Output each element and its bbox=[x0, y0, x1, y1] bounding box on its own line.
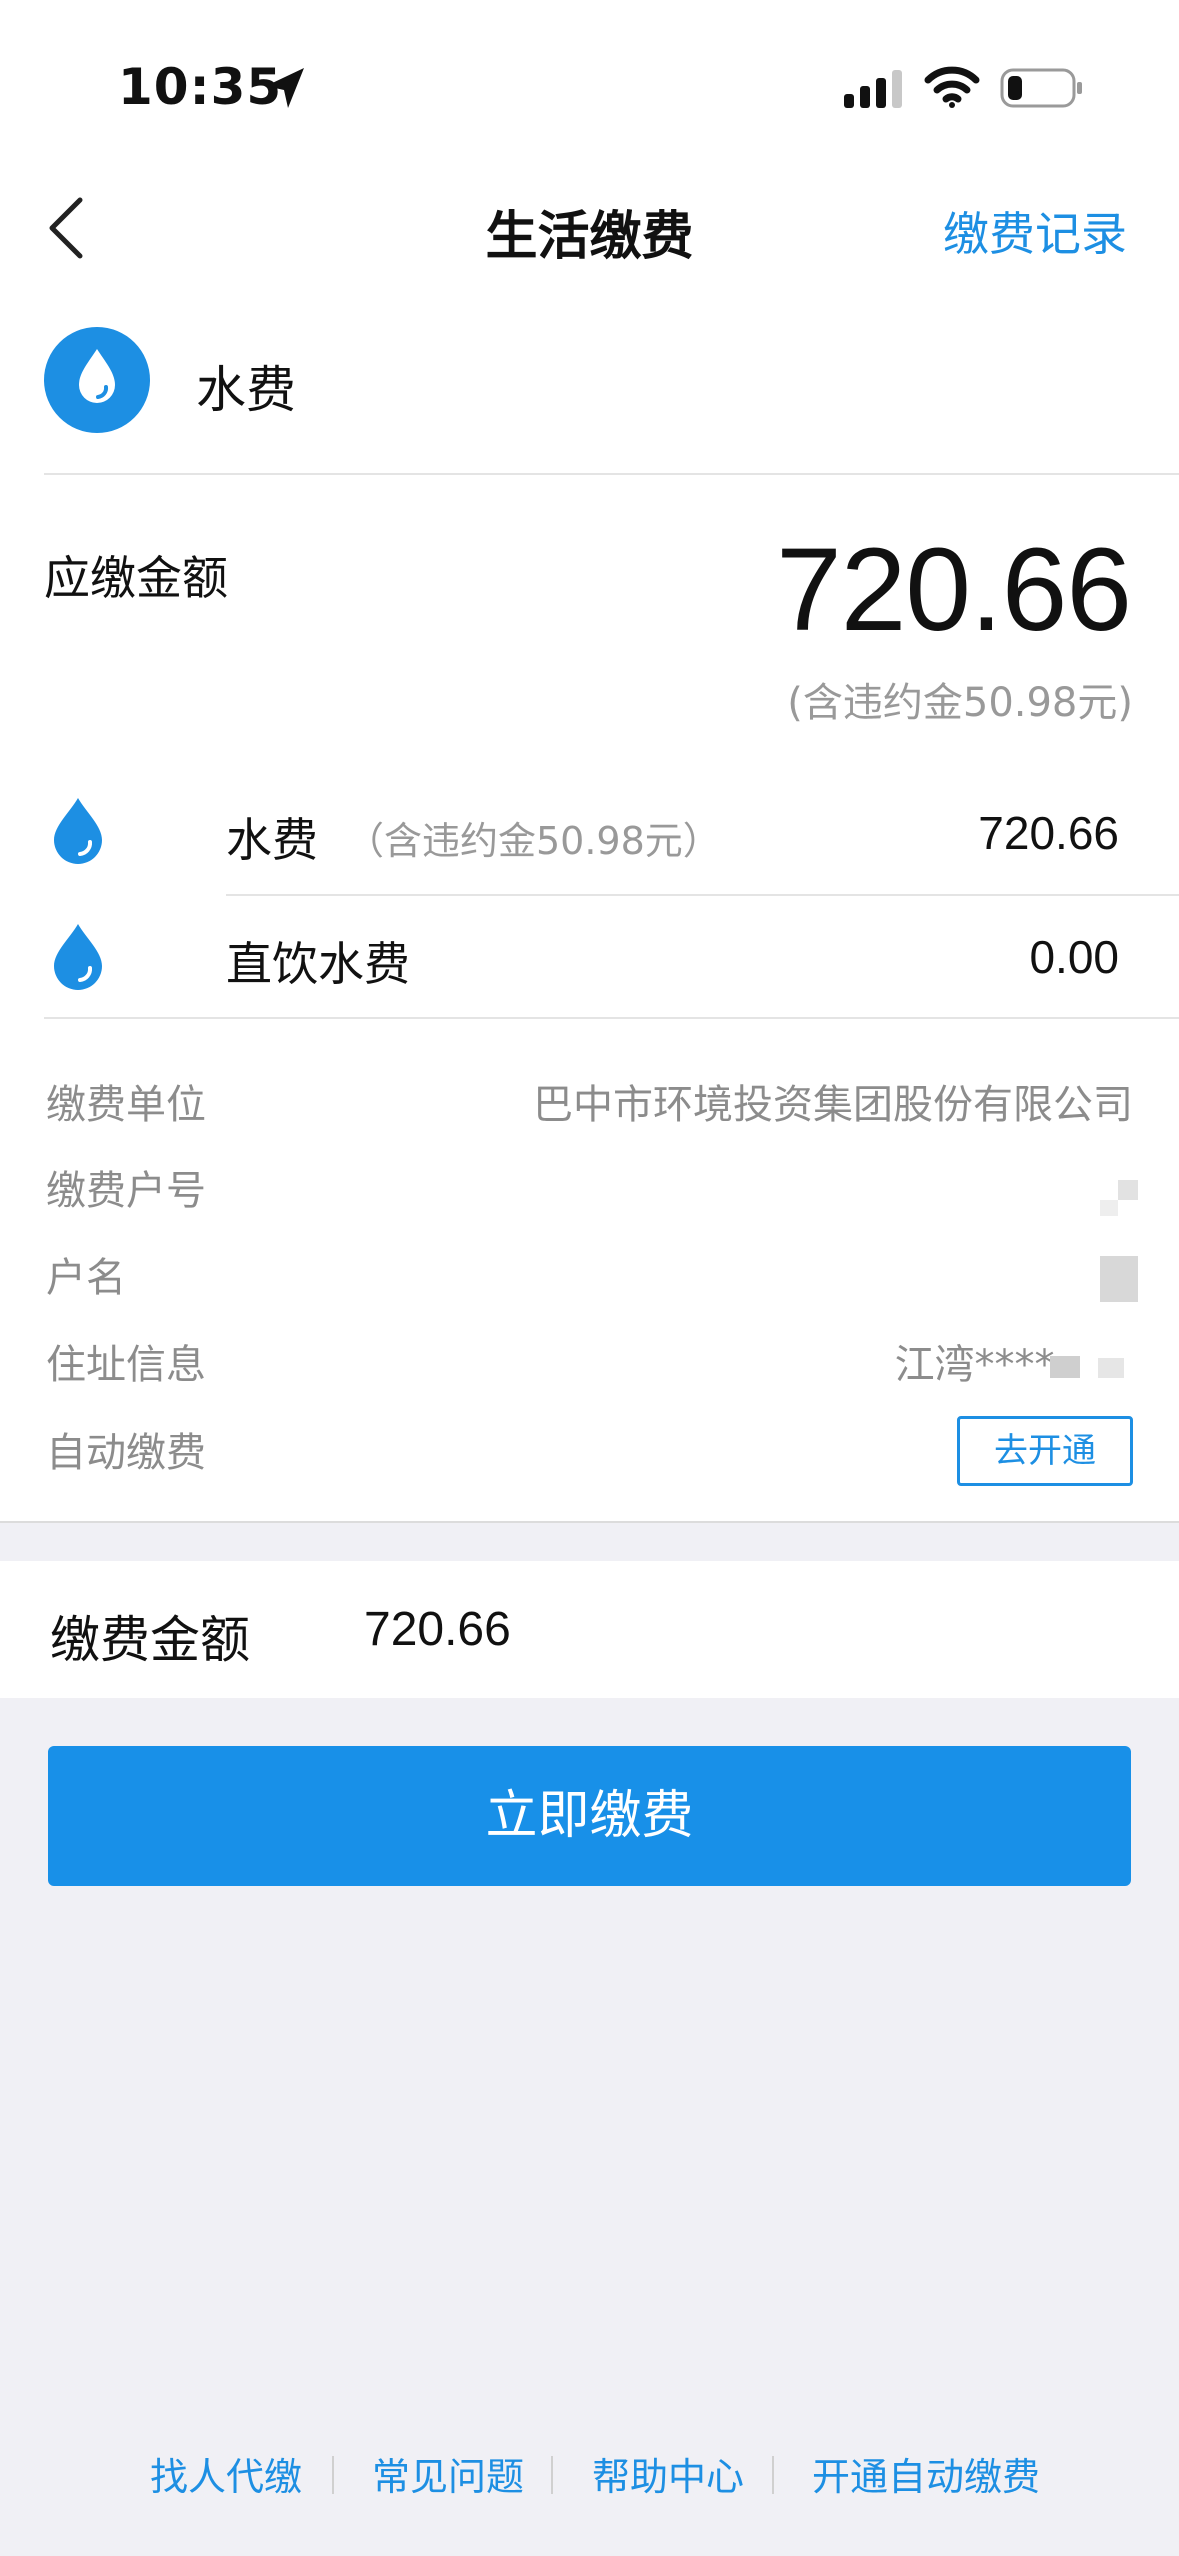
footer-link-pay-for-others[interactable]: 找人代缴 bbox=[150, 2446, 302, 2501]
amount-due-label: 应缴金额 bbox=[44, 551, 228, 605]
autopay-label: 自动缴费 bbox=[46, 1430, 206, 1476]
account-number-label: 缴费户号 bbox=[46, 1168, 206, 1214]
redacted-mark bbox=[1050, 1356, 1080, 1378]
divider bbox=[44, 473, 1179, 475]
section-gap bbox=[0, 1523, 1179, 1561]
bill-type-label: 水费 bbox=[196, 361, 296, 419]
enable-autopay-button[interactable]: 去开通 bbox=[957, 1416, 1133, 1486]
footer-link-help-center[interactable]: 帮助中心 bbox=[592, 2446, 744, 2501]
battery-icon bbox=[1000, 68, 1082, 108]
address-label: 住址信息 bbox=[46, 1342, 206, 1388]
account-name-label: 户名 bbox=[46, 1255, 126, 1301]
payment-unit-value: 巴中市环境投资集团股份有限公司 bbox=[533, 1082, 1133, 1128]
address-value: 江湾****- bbox=[894, 1342, 1069, 1388]
divider bbox=[44, 1017, 1179, 1019]
cellular-signal-icon bbox=[844, 70, 902, 108]
amount-due-value: 720.66 bbox=[776, 524, 1132, 656]
redacted-mark bbox=[1098, 1358, 1124, 1378]
status-time: 10:35 bbox=[118, 58, 283, 116]
water-drop-icon bbox=[54, 924, 102, 990]
footer-links: 找人代缴 常见问题 帮助中心 开通自动缴费 bbox=[0, 2446, 1179, 2506]
item-value-direct-drinking-water: 0.00 bbox=[1029, 931, 1119, 983]
divider bbox=[226, 894, 1179, 896]
footer-separator bbox=[772, 2456, 774, 2494]
footer-separator bbox=[551, 2456, 553, 2494]
redacted-mark bbox=[1100, 1200, 1118, 1216]
payment-amount-label: 缴费金额 bbox=[50, 1611, 250, 1669]
pay-now-button[interactable]: 立即缴费 bbox=[48, 1746, 1131, 1886]
water-drop-icon bbox=[44, 327, 150, 433]
footer-link-enable-autopay[interactable]: 开通自动缴费 bbox=[812, 2446, 1040, 2501]
redacted-mark bbox=[1100, 1256, 1138, 1302]
footer-link-faq[interactable]: 常见问题 bbox=[372, 2446, 524, 2501]
payment-amount-input[interactable]: 720.66 bbox=[364, 1602, 511, 1657]
wifi-icon bbox=[924, 66, 980, 108]
item-name-water: 水费 bbox=[226, 813, 318, 867]
payment-record-link[interactable]: 缴费记录 bbox=[943, 198, 1127, 264]
redacted-mark bbox=[1118, 1180, 1138, 1200]
divider bbox=[0, 1521, 1179, 1523]
water-drop-icon bbox=[54, 798, 102, 864]
late-fee-note: (含违约金50.98元) bbox=[787, 680, 1133, 726]
footer-separator bbox=[332, 2456, 334, 2494]
item-value-water: 720.66 bbox=[978, 807, 1119, 859]
location-arrow-icon bbox=[266, 68, 304, 108]
item-note-water: （含违约金50.98元） bbox=[346, 819, 721, 863]
item-name-direct-drinking-water: 直饮水费 bbox=[226, 937, 410, 991]
payment-unit-label: 缴费单位 bbox=[46, 1082, 206, 1128]
